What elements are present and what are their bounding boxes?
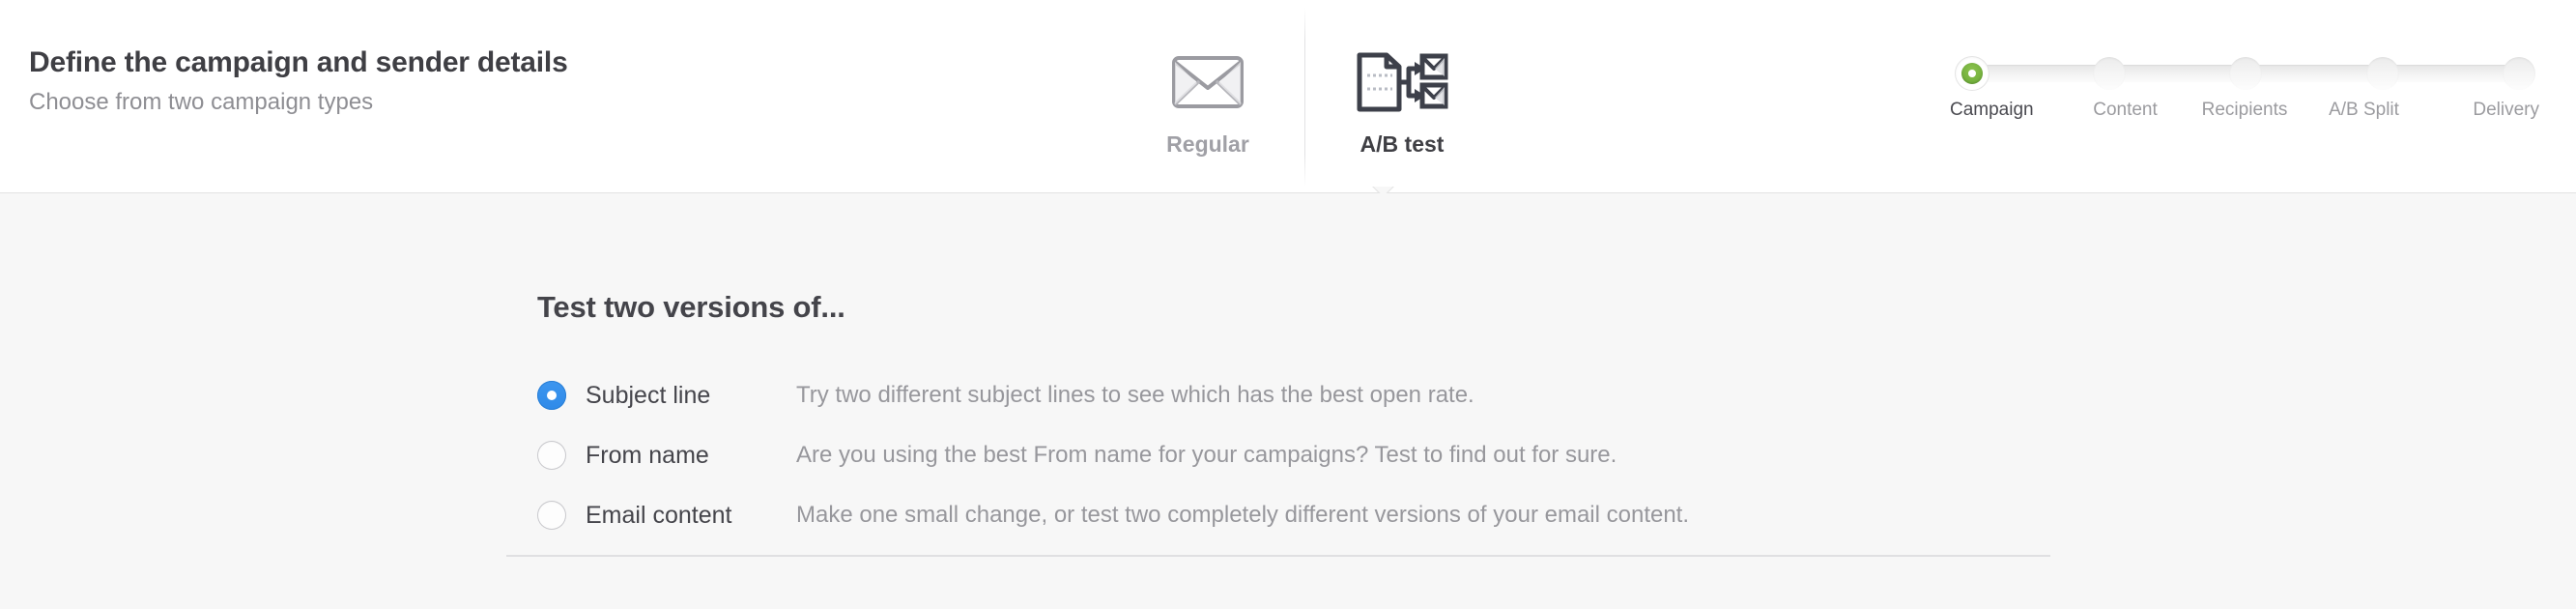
- option-label-subject-line: Subject line: [586, 382, 710, 410]
- step-label-ab-split[interactable]: A/B Split: [2308, 100, 2420, 121]
- radio-subject-line[interactable]: [537, 381, 566, 410]
- test-variant-options: Subject line Try two different subject l…: [537, 365, 2083, 545]
- header-titles: Define the campaign and sender details C…: [29, 46, 568, 115]
- step-node-recipients[interactable]: [2229, 57, 2262, 90]
- page-subtitle: Choose from two campaign types: [29, 89, 568, 116]
- stepper-labels: Campaign Content Recipients A/B Split De…: [1956, 100, 2535, 121]
- option-label-email-content: Email content: [586, 502, 731, 530]
- step-label-campaign[interactable]: Campaign: [1950, 100, 2062, 121]
- step-label-delivery[interactable]: Delivery: [2427, 100, 2539, 121]
- campaign-type-regular-label: Regular: [1166, 131, 1249, 158]
- step-node-content[interactable]: [2093, 57, 2126, 90]
- stepper-track: [1956, 56, 2535, 91]
- progress-stepper: Campaign Content Recipients A/B Split De…: [1956, 56, 2535, 121]
- option-description-subject-line: Try two different subject lines to see w…: [796, 382, 1474, 409]
- step-node-campaign[interactable]: [1956, 57, 1989, 90]
- step-label-recipients[interactable]: Recipients: [2189, 100, 2301, 121]
- option-row-from-name: From name Are you using the best From na…: [537, 425, 2083, 485]
- option-row-subject-line: Subject line Try two different subject l…: [537, 365, 2083, 425]
- step-label-content[interactable]: Content: [2070, 100, 2182, 121]
- option-description-email-content: Make one small change, or test two compl…: [796, 502, 1689, 529]
- option-description-from-name: Are you using the best From name for you…: [796, 442, 1617, 469]
- radio-from-name[interactable]: [537, 441, 566, 470]
- campaign-type-regular[interactable]: Regular: [1111, 19, 1304, 174]
- ab-split-mail-icon: [1356, 44, 1448, 120]
- stepper-nodes: [1956, 56, 2535, 91]
- content-area: Test two versions of... Subject line Try…: [0, 193, 2576, 609]
- step-node-delivery[interactable]: [2503, 57, 2535, 90]
- radio-email-content[interactable]: [537, 501, 566, 530]
- radio-option-email-content[interactable]: Email content: [537, 501, 796, 530]
- page-header: Define the campaign and sender details C…: [0, 0, 2576, 193]
- campaign-type-chooser: Regular: [1111, 0, 1499, 193]
- campaign-type-ab-test[interactable]: A/B test: [1305, 19, 1499, 174]
- campaign-type-ab-test-label: A/B test: [1360, 131, 1445, 158]
- envelope-icon: [1172, 44, 1244, 120]
- step-node-inner-dot: [1968, 70, 1976, 77]
- radio-option-from-name[interactable]: From name: [537, 441, 796, 470]
- section-title: Test two versions of...: [537, 290, 2083, 325]
- option-row-email-content: Email content Make one small change, or …: [537, 485, 2083, 545]
- step-node-ab-split[interactable]: [2366, 57, 2399, 90]
- page-title: Define the campaign and sender details: [29, 46, 568, 80]
- section-divider: [506, 555, 2050, 557]
- radio-option-subject-line[interactable]: Subject line: [537, 381, 796, 410]
- option-label-from-name: From name: [586, 442, 709, 470]
- ab-test-options-panel: Test two versions of... Subject line Try…: [537, 290, 2083, 545]
